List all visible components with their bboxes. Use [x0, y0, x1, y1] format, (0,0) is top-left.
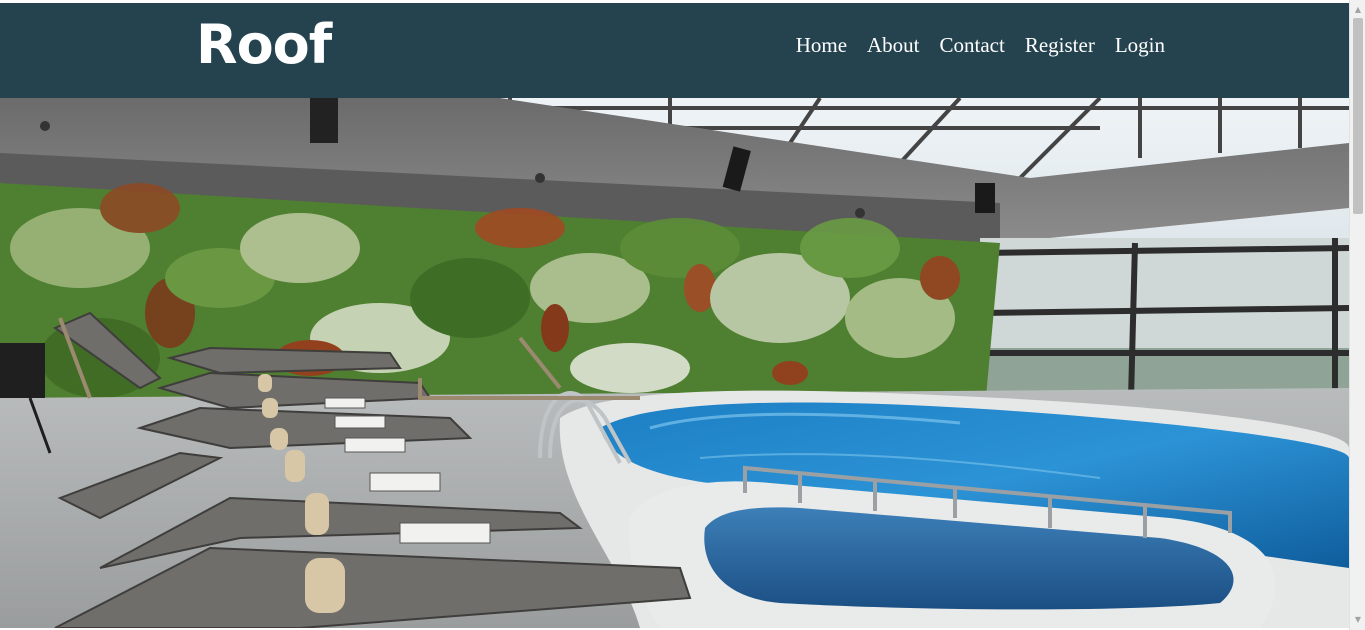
nav-register-link[interactable]: Register: [1025, 31, 1095, 59]
hero-pool-illustration: [0, 98, 1349, 628]
scroll-up-arrow-icon[interactable]: ▲: [1350, 2, 1365, 18]
scroll-down-arrow-icon[interactable]: ▼: [1350, 612, 1365, 628]
site-header: Roof Home About Contact Register Login: [0, 3, 1349, 98]
main-nav: Home About Contact Register Login: [796, 31, 1165, 59]
nav-login-link[interactable]: Login: [1115, 31, 1165, 59]
nav-home-link[interactable]: Home: [796, 31, 847, 59]
brand-logo[interactable]: Roof: [196, 13, 332, 77]
hero-image: [0, 98, 1349, 628]
page-scrollbar[interactable]: ▲ ▼: [1349, 0, 1365, 630]
nav-about-link[interactable]: About: [867, 31, 920, 59]
page-viewport: Roof Home About Contact Register Login: [0, 0, 1349, 630]
scrollbar-thumb[interactable]: [1353, 18, 1363, 214]
nav-contact-link[interactable]: Contact: [940, 31, 1005, 59]
